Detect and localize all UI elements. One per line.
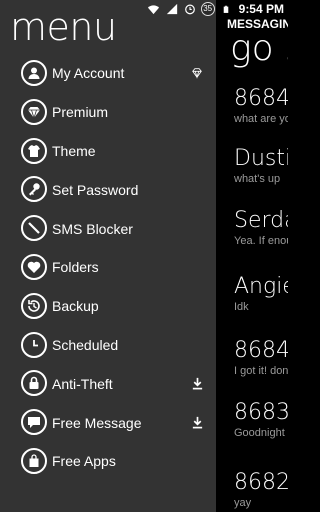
conversation-item[interactable]: Dustin what's up xyxy=(234,146,288,185)
conversation-preview: I got it! don xyxy=(234,365,288,377)
key-icon xyxy=(21,176,47,203)
menu-label-premium: Premium xyxy=(52,104,109,121)
menu-item-free-message[interactable]: Free Message xyxy=(0,403,216,442)
lock-icon xyxy=(21,370,47,397)
menu-item-scheduled[interactable]: Scheduled xyxy=(0,326,216,365)
conversation-item[interactable]: 86841 I got it! don xyxy=(234,338,288,377)
navigation-drawer: menu My Account Premium Theme Set Passwo… xyxy=(0,0,216,512)
wifi-icon xyxy=(147,2,161,16)
battery-icon xyxy=(219,2,233,16)
bag-icon xyxy=(21,447,47,474)
conversation-name: 86837 xyxy=(234,400,288,425)
page-title: go s xyxy=(230,28,288,69)
notification-badge: 35 xyxy=(200,2,215,16)
menu-item-anti-theft[interactable]: Anti-Theft xyxy=(0,364,216,403)
menu-label-folders: Folders xyxy=(52,259,99,276)
conversation-preview: Goodnight xyxy=(234,427,285,439)
menu-item-backup[interactable]: Backup xyxy=(0,287,216,326)
menu-item-premium[interactable]: Premium xyxy=(0,93,216,132)
menu-label-free-apps: Free Apps xyxy=(52,453,116,470)
menu-label-sms-blocker: SMS Blocker xyxy=(52,220,133,237)
drawer-menu-list: My Account Premium Theme Set Password SM… xyxy=(0,54,216,481)
conversation-name: 86841 xyxy=(234,338,288,363)
conversation-name: 86821 xyxy=(234,470,288,495)
theme-icon xyxy=(21,137,47,164)
menu-item-folders[interactable]: Folders xyxy=(0,248,216,287)
clock-icon xyxy=(21,331,47,358)
backup-icon xyxy=(21,292,47,319)
conversation-preview: Idk xyxy=(234,301,249,313)
conversation-preview: what are yo xyxy=(234,113,288,125)
status-icons: 35 9:54 PM xyxy=(147,1,284,17)
heart-icon xyxy=(21,253,47,280)
conversation-preview: what's up xyxy=(234,173,281,185)
menu-item-theme[interactable]: Theme xyxy=(0,132,216,171)
conversation-list-panel: MESSAGIN go s 86842 what are yo Dustin w… xyxy=(216,0,288,512)
menu-label-anti-theft: Anti-Theft xyxy=(52,375,113,392)
conversation-name: Serdar xyxy=(234,208,288,233)
alarm-icon xyxy=(183,2,197,16)
menu-label-scheduled: Scheduled xyxy=(52,336,119,353)
conversation-name: Dustin xyxy=(234,146,288,171)
diamond-icon xyxy=(190,66,204,80)
message-icon xyxy=(21,409,47,436)
premium-icon xyxy=(21,98,47,125)
conversation-preview: yay xyxy=(234,497,252,509)
download-icon[interactable] xyxy=(190,377,204,391)
conversation-name: Angie xyxy=(234,274,288,299)
conversation-name: 86842 xyxy=(234,86,288,111)
block-icon xyxy=(21,215,47,242)
drawer-title: menu xyxy=(10,5,117,49)
menu-label-set-password: Set Password xyxy=(52,181,139,198)
conversation-item[interactable]: 86837 Goodnight xyxy=(234,400,288,439)
menu-item-set-password[interactable]: Set Password xyxy=(0,170,216,209)
download-icon[interactable] xyxy=(190,416,204,430)
conversation-item[interactable]: 86821 yay xyxy=(234,470,288,509)
conversation-item[interactable]: Serdar Yea. If enou xyxy=(234,208,288,247)
menu-label-free-message: Free Message xyxy=(52,414,142,431)
conversation-preview: Yea. If enou xyxy=(234,235,288,247)
status-clock: 9:54 PM xyxy=(238,2,284,16)
signal-icon xyxy=(165,2,179,16)
menu-label-backup: Backup xyxy=(52,298,99,315)
menu-item-my-account[interactable]: My Account xyxy=(0,54,216,93)
menu-label-theme: Theme xyxy=(52,142,96,159)
menu-label-my-account: My Account xyxy=(52,65,125,82)
conversation-item[interactable]: 86842 what are yo xyxy=(234,86,288,125)
menu-item-sms-blocker[interactable]: SMS Blocker xyxy=(0,209,216,248)
account-icon xyxy=(21,60,47,86)
menu-item-free-apps[interactable]: Free Apps xyxy=(0,442,216,481)
conversation-item[interactable]: Angie Idk xyxy=(234,274,288,313)
